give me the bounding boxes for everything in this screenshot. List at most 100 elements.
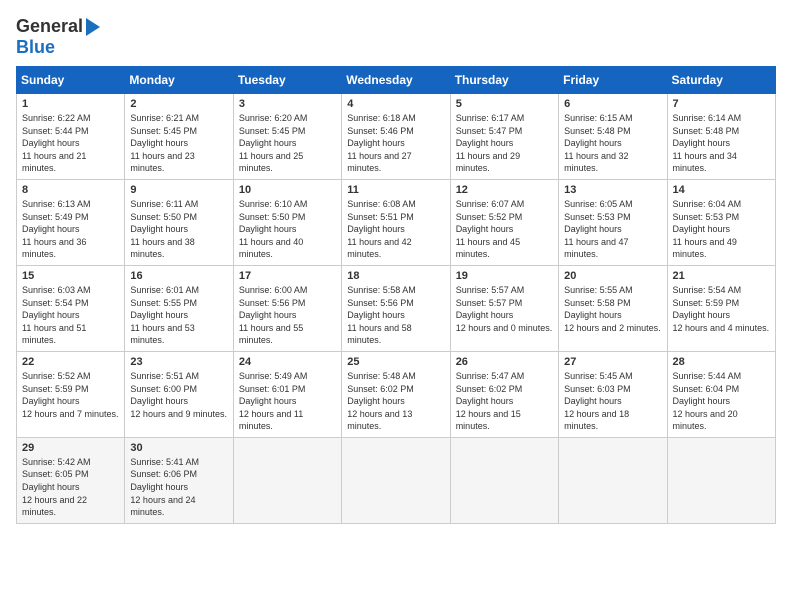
day-number: 24: [239, 356, 336, 368]
calendar-cell: 22 Sunrise: 5:52 AMSunset: 5:59 PMDaylig…: [17, 351, 125, 437]
cell-info: Sunrise: 6:03 AMSunset: 5:54 PMDaylight …: [22, 285, 91, 345]
calendar-cell: 19 Sunrise: 5:57 AMSunset: 5:57 PMDaylig…: [450, 265, 558, 351]
calendar-cell: 28 Sunrise: 5:44 AMSunset: 6:04 PMDaylig…: [667, 351, 775, 437]
day-number: 26: [456, 356, 553, 368]
day-number: 16: [130, 270, 227, 282]
calendar-cell: 29 Sunrise: 5:42 AMSunset: 6:05 PMDaylig…: [17, 437, 125, 523]
calendar-cell: 17 Sunrise: 6:00 AMSunset: 5:56 PMDaylig…: [233, 265, 341, 351]
day-number: 2: [130, 98, 227, 110]
calendar-cell: [450, 437, 558, 523]
day-number: 12: [456, 184, 553, 196]
cell-info: Sunrise: 6:10 AMSunset: 5:50 PMDaylight …: [239, 199, 308, 259]
calendar-cell: [233, 437, 341, 523]
calendar-cell: 3 Sunrise: 6:20 AMSunset: 5:45 PMDayligh…: [233, 94, 341, 180]
calendar-week-1: 1 Sunrise: 6:22 AMSunset: 5:44 PMDayligh…: [17, 94, 776, 180]
column-header-monday: Monday: [125, 67, 233, 94]
calendar-cell: 10 Sunrise: 6:10 AMSunset: 5:50 PMDaylig…: [233, 179, 341, 265]
calendar-header-row: SundayMondayTuesdayWednesdayThursdayFrid…: [17, 67, 776, 94]
cell-info: Sunrise: 5:52 AMSunset: 5:59 PMDaylight …: [22, 371, 119, 419]
calendar-cell: 9 Sunrise: 6:11 AMSunset: 5:50 PMDayligh…: [125, 179, 233, 265]
cell-info: Sunrise: 5:55 AMSunset: 5:58 PMDaylight …: [564, 285, 661, 333]
calendar-cell: 16 Sunrise: 6:01 AMSunset: 5:55 PMDaylig…: [125, 265, 233, 351]
calendar-cell: 2 Sunrise: 6:21 AMSunset: 5:45 PMDayligh…: [125, 94, 233, 180]
column-header-wednesday: Wednesday: [342, 67, 450, 94]
cell-info: Sunrise: 6:07 AMSunset: 5:52 PMDaylight …: [456, 199, 525, 259]
cell-info: Sunrise: 6:04 AMSunset: 5:53 PMDaylight …: [673, 199, 742, 259]
day-number: 19: [456, 270, 553, 282]
calendar-week-5: 29 Sunrise: 5:42 AMSunset: 6:05 PMDaylig…: [17, 437, 776, 523]
calendar-table: SundayMondayTuesdayWednesdayThursdayFrid…: [16, 66, 776, 524]
calendar-cell: 27 Sunrise: 5:45 AMSunset: 6:03 PMDaylig…: [559, 351, 667, 437]
cell-info: Sunrise: 5:57 AMSunset: 5:57 PMDaylight …: [456, 285, 553, 333]
day-number: 25: [347, 356, 444, 368]
day-number: 21: [673, 270, 770, 282]
calendar-cell: 1 Sunrise: 6:22 AMSunset: 5:44 PMDayligh…: [17, 94, 125, 180]
calendar-cell: 12 Sunrise: 6:07 AMSunset: 5:52 PMDaylig…: [450, 179, 558, 265]
cell-info: Sunrise: 5:47 AMSunset: 6:02 PMDaylight …: [456, 371, 525, 431]
column-header-thursday: Thursday: [450, 67, 558, 94]
day-number: 18: [347, 270, 444, 282]
cell-info: Sunrise: 6:21 AMSunset: 5:45 PMDaylight …: [130, 113, 199, 173]
calendar-cell: 23 Sunrise: 5:51 AMSunset: 6:00 PMDaylig…: [125, 351, 233, 437]
calendar-cell: [667, 437, 775, 523]
calendar-cell: 18 Sunrise: 5:58 AMSunset: 5:56 PMDaylig…: [342, 265, 450, 351]
cell-info: Sunrise: 6:11 AMSunset: 5:50 PMDaylight …: [130, 199, 198, 259]
day-number: 11: [347, 184, 444, 196]
cell-info: Sunrise: 6:08 AMSunset: 5:51 PMDaylight …: [347, 199, 416, 259]
calendar-cell: 11 Sunrise: 6:08 AMSunset: 5:51 PMDaylig…: [342, 179, 450, 265]
day-number: 17: [239, 270, 336, 282]
cell-info: Sunrise: 6:14 AMSunset: 5:48 PMDaylight …: [673, 113, 742, 173]
day-number: 27: [564, 356, 661, 368]
logo-triangle-icon: [86, 18, 100, 36]
calendar-cell: [559, 437, 667, 523]
calendar-cell: 5 Sunrise: 6:17 AMSunset: 5:47 PMDayligh…: [450, 94, 558, 180]
day-number: 5: [456, 98, 553, 110]
calendar-cell: 24 Sunrise: 5:49 AMSunset: 6:01 PMDaylig…: [233, 351, 341, 437]
calendar-cell: 8 Sunrise: 6:13 AMSunset: 5:49 PMDayligh…: [17, 179, 125, 265]
calendar-cell: 26 Sunrise: 5:47 AMSunset: 6:02 PMDaylig…: [450, 351, 558, 437]
calendar-cell: 14 Sunrise: 6:04 AMSunset: 5:53 PMDaylig…: [667, 179, 775, 265]
calendar-cell: 20 Sunrise: 5:55 AMSunset: 5:58 PMDaylig…: [559, 265, 667, 351]
cell-info: Sunrise: 5:58 AMSunset: 5:56 PMDaylight …: [347, 285, 416, 345]
day-number: 10: [239, 184, 336, 196]
day-number: 9: [130, 184, 227, 196]
day-number: 14: [673, 184, 770, 196]
logo: General Blue: [16, 16, 101, 58]
calendar-cell: 7 Sunrise: 6:14 AMSunset: 5:48 PMDayligh…: [667, 94, 775, 180]
column-header-sunday: Sunday: [17, 67, 125, 94]
cell-info: Sunrise: 6:20 AMSunset: 5:45 PMDaylight …: [239, 113, 308, 173]
day-number: 30: [130, 442, 227, 454]
cell-info: Sunrise: 5:54 AMSunset: 5:59 PMDaylight …: [673, 285, 770, 333]
day-number: 4: [347, 98, 444, 110]
cell-info: Sunrise: 5:51 AMSunset: 6:00 PMDaylight …: [130, 371, 227, 419]
cell-info: Sunrise: 5:48 AMSunset: 6:02 PMDaylight …: [347, 371, 416, 431]
calendar-cell: 13 Sunrise: 6:05 AMSunset: 5:53 PMDaylig…: [559, 179, 667, 265]
calendar-cell: 4 Sunrise: 6:18 AMSunset: 5:46 PMDayligh…: [342, 94, 450, 180]
cell-info: Sunrise: 6:05 AMSunset: 5:53 PMDaylight …: [564, 199, 633, 259]
cell-info: Sunrise: 5:45 AMSunset: 6:03 PMDaylight …: [564, 371, 633, 431]
day-number: 28: [673, 356, 770, 368]
cell-info: Sunrise: 6:17 AMSunset: 5:47 PMDaylight …: [456, 113, 525, 173]
calendar-cell: 21 Sunrise: 5:54 AMSunset: 5:59 PMDaylig…: [667, 265, 775, 351]
column-header-tuesday: Tuesday: [233, 67, 341, 94]
column-header-friday: Friday: [559, 67, 667, 94]
calendar-cell: 30 Sunrise: 5:41 AMSunset: 6:06 PMDaylig…: [125, 437, 233, 523]
cell-info: Sunrise: 6:01 AMSunset: 5:55 PMDaylight …: [130, 285, 199, 345]
column-header-saturday: Saturday: [667, 67, 775, 94]
day-number: 22: [22, 356, 119, 368]
cell-info: Sunrise: 6:18 AMSunset: 5:46 PMDaylight …: [347, 113, 416, 173]
logo-general-text: General: [16, 16, 83, 37]
logo-blue-text: Blue: [16, 37, 55, 58]
day-number: 20: [564, 270, 661, 282]
day-number: 3: [239, 98, 336, 110]
calendar-cell: 6 Sunrise: 6:15 AMSunset: 5:48 PMDayligh…: [559, 94, 667, 180]
cell-info: Sunrise: 5:49 AMSunset: 6:01 PMDaylight …: [239, 371, 308, 431]
day-number: 8: [22, 184, 119, 196]
day-number: 23: [130, 356, 227, 368]
calendar-cell: 25 Sunrise: 5:48 AMSunset: 6:02 PMDaylig…: [342, 351, 450, 437]
day-number: 1: [22, 98, 119, 110]
cell-info: Sunrise: 5:41 AMSunset: 6:06 PMDaylight …: [130, 457, 199, 517]
calendar-week-4: 22 Sunrise: 5:52 AMSunset: 5:59 PMDaylig…: [17, 351, 776, 437]
day-number: 6: [564, 98, 661, 110]
day-number: 15: [22, 270, 119, 282]
